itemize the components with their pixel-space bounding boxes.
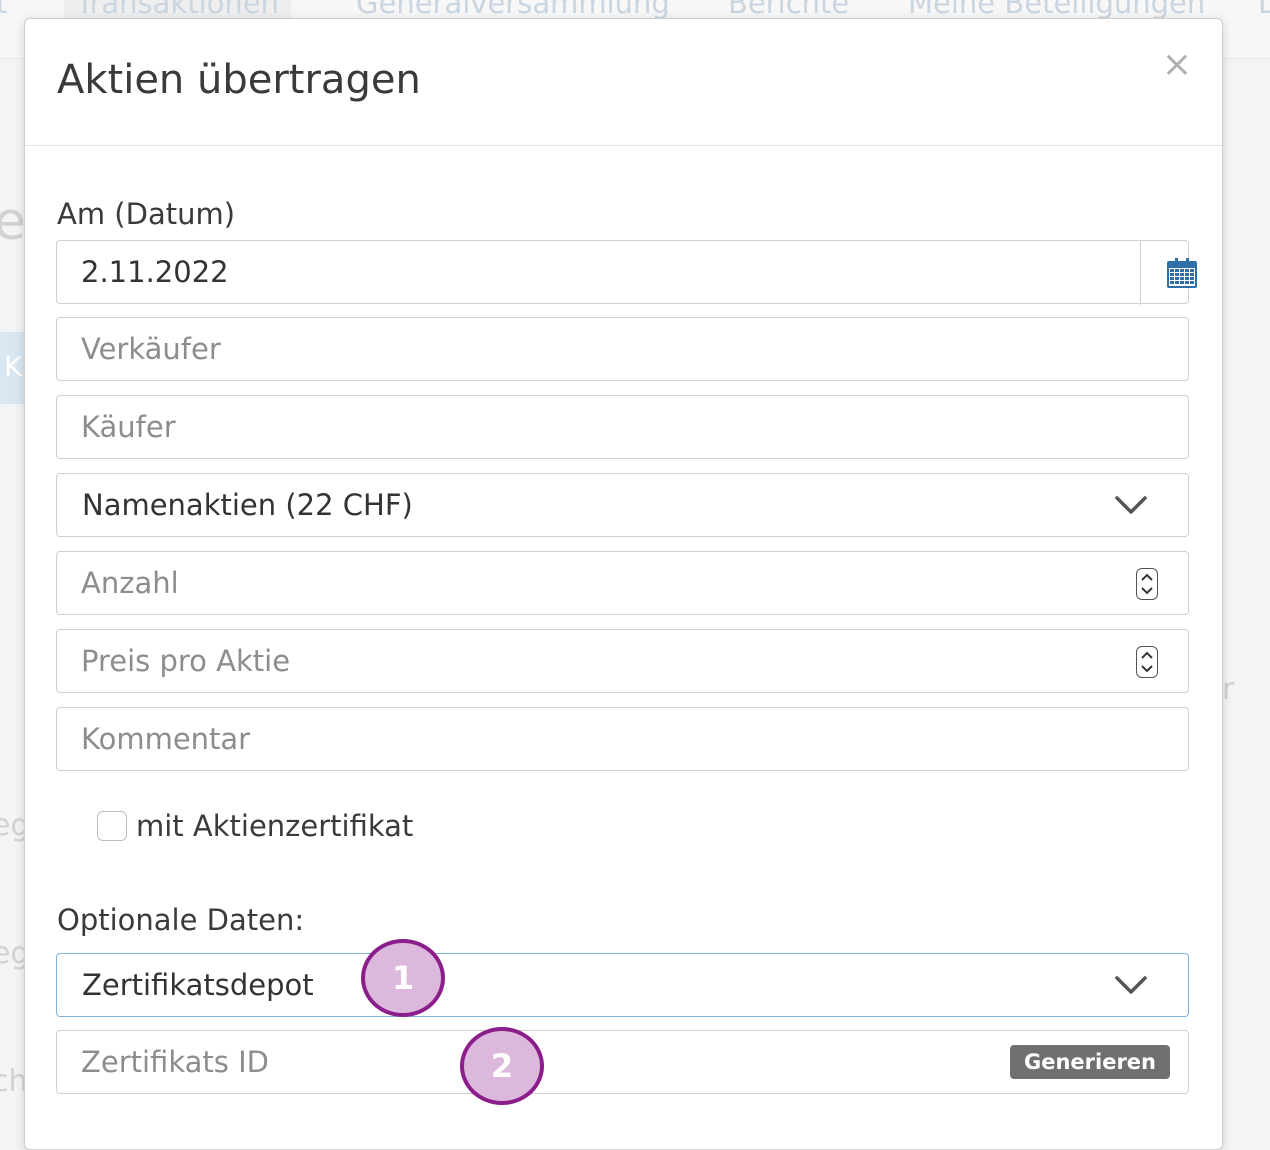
modal-title: Aktien übertragen bbox=[57, 57, 421, 103]
certificate-depot-value: Zertifikatsdepot bbox=[82, 968, 314, 1002]
modal-header: Aktien übertragen × bbox=[25, 19, 1222, 146]
date-field bbox=[56, 240, 1197, 305]
calendar-icon bbox=[1166, 258, 1197, 288]
background-heading-fragment: e bbox=[0, 192, 26, 252]
nav-tab-fragment-right[interactable]: L bbox=[1258, 0, 1270, 20]
date-input[interactable] bbox=[57, 241, 1109, 303]
stepper-arrows-icon bbox=[1141, 573, 1153, 595]
share-type-select[interactable]: Namenaktien (22 CHF) bbox=[56, 473, 1189, 537]
buyer-field bbox=[56, 395, 1189, 459]
comment-input[interactable] bbox=[57, 708, 1188, 770]
comment-field bbox=[56, 707, 1189, 771]
seller-input[interactable] bbox=[57, 318, 1188, 380]
certificate-checkbox-label[interactable]: mit Aktienzertifikat bbox=[136, 809, 413, 843]
stepper-arrows-icon bbox=[1141, 651, 1153, 673]
calendar-button[interactable] bbox=[1140, 241, 1222, 305]
price-input[interactable] bbox=[57, 630, 1188, 692]
generate-button[interactable]: Generieren bbox=[1009, 1045, 1170, 1079]
optional-data-label: Optionale Daten: bbox=[57, 903, 305, 937]
chevron-down-icon bbox=[1115, 496, 1147, 514]
date-label: Am (Datum) bbox=[57, 197, 236, 231]
quantity-field bbox=[56, 551, 1189, 615]
quantity-stepper[interactable] bbox=[1136, 568, 1158, 600]
nav-tab-transaktionen[interactable]: Transaktionen bbox=[64, 0, 291, 20]
background-text-fragment: r bbox=[1222, 672, 1235, 707]
background-button-fragment: K bbox=[0, 332, 26, 404]
close-button[interactable]: × bbox=[1162, 47, 1192, 83]
quantity-input[interactable] bbox=[57, 552, 1188, 614]
nav-tab-fragment[interactable]: t bbox=[0, 0, 7, 20]
chevron-down-icon bbox=[1115, 976, 1147, 994]
price-stepper[interactable] bbox=[1136, 646, 1158, 678]
transfer-shares-modal: Aktien übertragen × Am (Datum) 2.11.2022… bbox=[24, 18, 1223, 1150]
background-button-text: K bbox=[4, 350, 23, 383]
price-field bbox=[56, 629, 1189, 693]
seller-field bbox=[56, 317, 1189, 381]
annotation-marker-1: 1 bbox=[361, 939, 445, 1017]
share-type-value: Namenaktien (22 CHF) bbox=[82, 488, 413, 522]
buyer-input[interactable] bbox=[57, 396, 1188, 458]
annotation-marker-2: 2 bbox=[460, 1027, 544, 1105]
certificate-id-field: Generieren bbox=[56, 1030, 1189, 1094]
nav-tab-meine-beteiligungen[interactable]: Meine Beteiligungen bbox=[908, 0, 1205, 20]
nav-tab-generalversammlung[interactable]: Generalversammlung bbox=[356, 0, 670, 20]
certificate-depot-select[interactable]: Zertifikatsdepot bbox=[56, 953, 1189, 1017]
certificate-checkbox[interactable] bbox=[97, 811, 127, 841]
nav-tab-berichte[interactable]: Berichte bbox=[728, 0, 849, 20]
